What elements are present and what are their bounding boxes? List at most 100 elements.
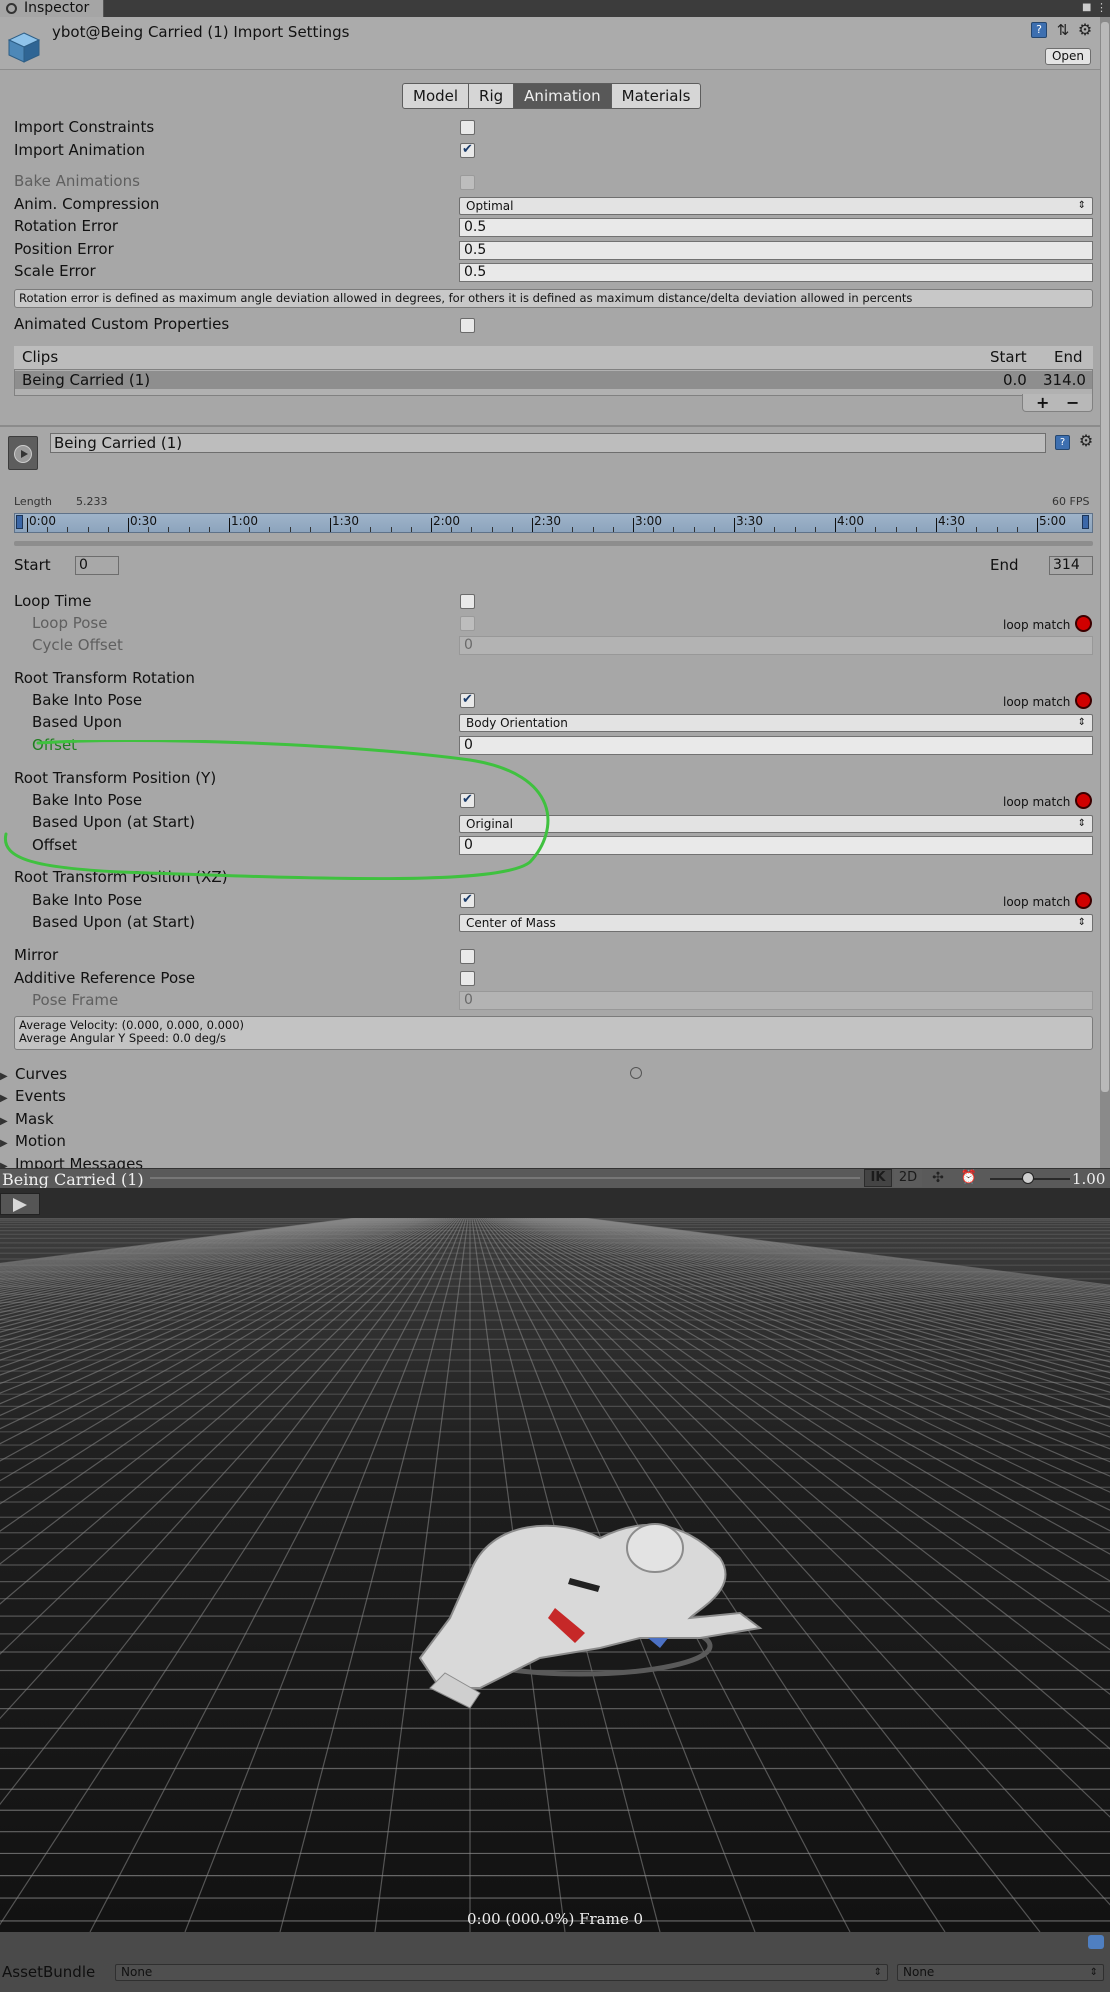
timeline-tick bbox=[633, 518, 634, 532]
foldout-import-messages[interactable]: ▶ Import Messages bbox=[0, 1155, 143, 1168]
timeline-minor-tick bbox=[693, 527, 695, 532]
pivot-icon[interactable]: ✣ bbox=[928, 1170, 948, 1186]
assetbundle-variant-dropdown[interactable]: None ⇕ bbox=[897, 1964, 1104, 1981]
root-position-xz-based-upon-dropdown[interactable]: Center of Mass ⇕ bbox=[459, 914, 1093, 932]
chevron-updown-icon: ⇕ bbox=[1077, 200, 1086, 211]
timeline-minor-tick bbox=[289, 527, 291, 532]
import-constraints-checkbox[interactable] bbox=[460, 120, 475, 135]
timeline-end-handle[interactable] bbox=[1082, 515, 1089, 529]
root-position-xz-bake-checkbox[interactable] bbox=[460, 892, 475, 908]
tab-model[interactable]: Model bbox=[402, 83, 470, 109]
timeline-minor-tick bbox=[390, 527, 392, 532]
timeline-minor-tick bbox=[754, 527, 756, 532]
timeline-minor-tick bbox=[168, 527, 170, 532]
scale-error-field[interactable]: 0.5 bbox=[459, 263, 1093, 282]
scrollbar-thumb[interactable] bbox=[1101, 22, 1109, 1092]
timeline-minor-tick bbox=[774, 527, 776, 532]
clip-list-row[interactable] bbox=[15, 371, 1092, 389]
import-animation-checkbox[interactable] bbox=[460, 142, 475, 158]
clip-play-button[interactable] bbox=[8, 436, 38, 470]
preview-viewport[interactable] bbox=[0, 1218, 1110, 1932]
timeline-tick-label: 0:30 bbox=[130, 514, 157, 528]
timeline-minor-tick bbox=[855, 527, 857, 532]
bake-animations-checkbox bbox=[460, 175, 475, 190]
tag-icon[interactable] bbox=[1088, 1935, 1104, 1949]
timeline-tick-label: 2:00 bbox=[433, 514, 460, 528]
rotation-error-label: Rotation Error bbox=[14, 217, 119, 235]
import-constraints-label: Import Constraints bbox=[14, 118, 155, 136]
fps-label: 60 FPS bbox=[1052, 495, 1090, 508]
length-value: 5.233 bbox=[76, 495, 108, 508]
timeline-minor-tick bbox=[572, 527, 574, 532]
annotation-ellipse bbox=[3, 740, 550, 880]
foldout-mask-label: Mask bbox=[15, 1110, 54, 1128]
loop-pose-label: Loop Pose bbox=[32, 614, 108, 632]
clip-row-end: 314.0 bbox=[1043, 371, 1086, 389]
preview-clip-name: Being Carried (1) bbox=[2, 1170, 144, 1189]
foldout-curves[interactable]: ▶ Curves bbox=[0, 1065, 67, 1083]
start-frame-input[interactable]: 0 bbox=[75, 556, 119, 575]
assetbundle-variant-value: None bbox=[903, 1965, 935, 1979]
chevron-updown-icon: ⇕ bbox=[1089, 1967, 1098, 1978]
timeline-minor-tick bbox=[713, 527, 715, 532]
speed-slider-thumb[interactable] bbox=[1022, 1172, 1034, 1184]
additive-reference-pose-checkbox[interactable] bbox=[460, 971, 475, 986]
rotation-error-help-box: Rotation error is defined as maximum ang… bbox=[14, 289, 1093, 308]
preview-play-button[interactable] bbox=[0, 1193, 40, 1215]
end-label: End bbox=[990, 556, 1019, 574]
chevron-updown-icon: ⇕ bbox=[1077, 917, 1086, 928]
lock-icon[interactable]: ■ bbox=[1082, 2, 1092, 14]
remove-clip-button[interactable]: − bbox=[1066, 393, 1079, 412]
root-position-xz-based-upon-value: Center of Mass bbox=[466, 916, 556, 930]
foldout-events[interactable]: ▶ Events bbox=[0, 1087, 66, 1105]
tab-materials[interactable]: Materials bbox=[610, 83, 702, 109]
foldout-curves-label: Curves bbox=[15, 1065, 68, 1083]
ik-toggle[interactable]: IK bbox=[864, 1169, 892, 1187]
open-button[interactable]: Open bbox=[1045, 48, 1091, 65]
preview-timeline-track[interactable] bbox=[150, 1177, 860, 1179]
add-clip-button[interactable]: + bbox=[1036, 393, 1049, 412]
timeline-start-handle[interactable] bbox=[16, 515, 23, 529]
pose-frame-field: 0 bbox=[459, 991, 1093, 1010]
root-rotation-title: Root Transform Rotation bbox=[14, 669, 195, 687]
mirror-checkbox[interactable] bbox=[460, 949, 475, 964]
loop-time-checkbox[interactable] bbox=[460, 594, 475, 609]
help-icon[interactable]: ? bbox=[1031, 22, 1047, 38]
timeline-minor-tick bbox=[67, 527, 69, 532]
timeline-minor-tick bbox=[269, 527, 271, 532]
cycle-offset-label: Cycle Offset bbox=[32, 636, 123, 654]
foldout-mask[interactable]: ▶ Mask bbox=[0, 1110, 54, 1128]
root-rotation-bake-checkbox[interactable] bbox=[460, 692, 475, 708]
end-frame-input[interactable]: 314 bbox=[1049, 556, 1093, 575]
frame-readout: 0:00 (000.0%) Frame 0 bbox=[466, 1910, 644, 1928]
help-icon[interactable]: ? bbox=[1055, 435, 1070, 450]
animated-custom-properties-checkbox[interactable] bbox=[460, 318, 475, 333]
foldout-motion-label: Motion bbox=[15, 1132, 66, 1150]
gear-icon[interactable]: ⚙ bbox=[1076, 21, 1094, 39]
clips-header-label: Clips bbox=[22, 348, 59, 366]
menu-icon[interactable]: ⋮ bbox=[1096, 2, 1107, 14]
loop-match-label: loop match bbox=[1003, 895, 1071, 909]
timeline-minor-tick bbox=[673, 527, 675, 532]
tab-animation[interactable]: Animation bbox=[513, 83, 612, 109]
root-rotation-based-upon-dropdown[interactable]: Body Orientation ⇕ bbox=[459, 714, 1093, 732]
2d-toggle[interactable]: 2D bbox=[894, 1169, 922, 1187]
anim-compression-dropdown[interactable]: Optimal ⇕ bbox=[459, 197, 1093, 215]
timeline-tick bbox=[431, 518, 432, 532]
foldout-motion[interactable]: ▶ Motion bbox=[0, 1132, 66, 1150]
assetbundle-label: AssetBundle bbox=[2, 1963, 96, 1981]
timeline-tick-label: 5:00 bbox=[1039, 514, 1066, 528]
timeline-minor-tick bbox=[471, 527, 473, 532]
rotation-error-field[interactable]: 0.5 bbox=[459, 218, 1093, 237]
timeline-range-bar[interactable] bbox=[14, 541, 1093, 546]
timeline-minor-tick bbox=[410, 527, 412, 532]
timeline-minor-tick bbox=[612, 527, 614, 532]
loop-pose-checkbox bbox=[460, 616, 475, 631]
assetbundle-dropdown[interactable]: None ⇕ bbox=[115, 1964, 888, 1981]
clip-name-field[interactable]: Being Carried (1) bbox=[50, 433, 1046, 453]
tab-rig[interactable]: Rig bbox=[468, 83, 515, 109]
preset-icon[interactable]: ⇅ bbox=[1054, 21, 1072, 39]
position-error-field[interactable]: 0.5 bbox=[459, 241, 1093, 260]
tab-inspector[interactable]: Inspector bbox=[0, 0, 104, 17]
gear-icon[interactable]: ⚙ bbox=[1076, 432, 1096, 450]
